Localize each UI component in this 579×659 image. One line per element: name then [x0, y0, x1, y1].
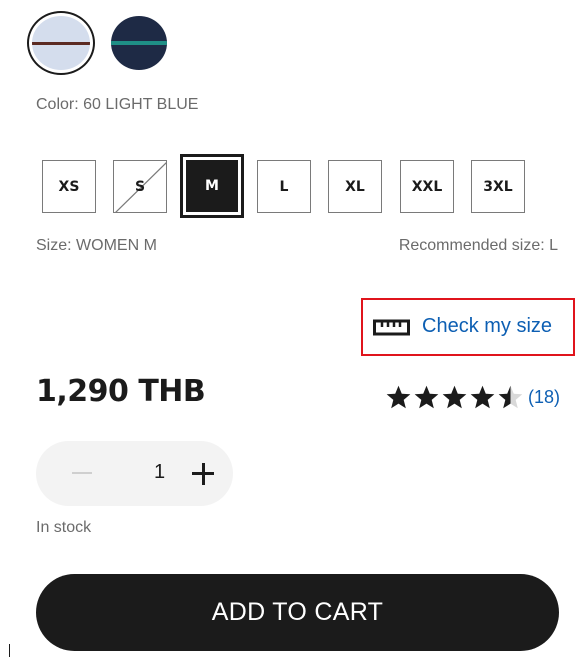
size-option-xs[interactable]: XS	[42, 160, 96, 213]
add-to-cart-label: ADD TO CART	[211, 598, 384, 626]
minus-icon	[72, 472, 92, 474]
star-full-icon	[386, 385, 411, 409]
size-option-label: XS	[58, 178, 80, 195]
check-my-size-label: Check my size	[422, 315, 553, 337]
size-option-label: XXL	[411, 178, 443, 195]
size-option-label: 3XL	[483, 178, 513, 195]
rating-stars	[385, 384, 524, 410]
size-option-selected-fill: M	[186, 160, 238, 212]
recommended-size-label: Recommended size: L	[398, 237, 558, 254]
size-option-3xl[interactable]: 3XL	[471, 160, 525, 213]
size-option-label: XL	[345, 178, 365, 195]
swatch-stripe	[32, 42, 90, 45]
size-option-label: L	[279, 178, 289, 195]
plus-icon-vertical	[201, 462, 205, 485]
increment-button[interactable]	[181, 451, 225, 495]
size-option-label: M	[205, 178, 219, 194]
color-swatch-navy[interactable]	[111, 16, 167, 70]
star-half-icon	[498, 385, 523, 409]
star-full-icon	[414, 385, 439, 409]
size-option-label: S	[134, 178, 146, 195]
size-option-m[interactable]: M	[180, 154, 244, 218]
product-price: 1,290 THB	[36, 374, 206, 409]
check-my-size-link[interactable]: Check my size	[361, 298, 575, 356]
stock-status: In stock	[36, 519, 92, 536]
decrement-button[interactable]	[60, 451, 104, 495]
swatch-stripe	[111, 41, 167, 45]
star-full-icon	[470, 385, 495, 409]
size-option-xxl[interactable]: XXL	[400, 160, 454, 213]
size-option-s[interactable]: S	[113, 160, 167, 213]
size-label: Size: WOMEN M	[36, 237, 157, 254]
add-to-cart-button[interactable]: ADD TO CART	[36, 574, 559, 651]
text-cursor	[9, 644, 10, 657]
color-swatch-light-blue[interactable]	[32, 16, 90, 70]
review-count-link[interactable]: (18)	[528, 387, 560, 408]
star-full-icon	[442, 385, 467, 409]
quantity-stepper: 1	[36, 441, 233, 506]
ruler-icon	[373, 319, 410, 336]
color-label: Color: 60 LIGHT BLUE	[36, 96, 199, 113]
product-rating: (18)	[385, 384, 560, 410]
size-option-xl[interactable]: XL	[328, 160, 382, 213]
quantity-value: 1	[154, 461, 166, 483]
size-option-l[interactable]: L	[257, 160, 311, 213]
